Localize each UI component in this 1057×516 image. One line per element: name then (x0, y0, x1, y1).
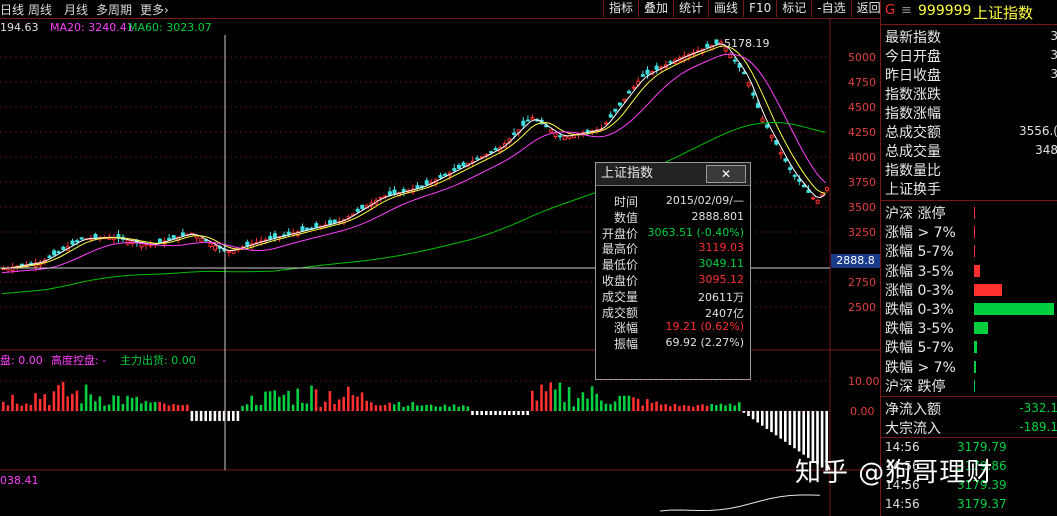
limit-label: 跌幅 3-5% (885, 321, 954, 338)
bottom-indicator-line (659, 494, 821, 512)
bottom-left-value: 038.41 (0, 474, 39, 487)
axis-label: 3750 (848, 176, 876, 189)
tick-value: 3179.37 (957, 497, 1007, 511)
tooltip-label: 收盘价 (602, 274, 639, 288)
tooltip-label: 成交额 (602, 305, 639, 320)
tooltip-value: 3119.03 (698, 241, 745, 255)
lower-axis-10: 10.00 (848, 375, 880, 388)
limit-label: 沪深 跌停 (885, 378, 946, 395)
tooltip-value: 69.92 (2.27%) (665, 336, 744, 350)
close-button[interactable]: ✕ (706, 165, 746, 183)
stat-value: 3556.( (1018, 124, 1057, 138)
group-letter: G (885, 3, 896, 18)
limit-bar (974, 379, 975, 392)
flow-label: 大宗流入 (885, 421, 941, 437)
tooltip-label: 振幅 (614, 337, 639, 352)
axis-label: 3500 (848, 201, 876, 214)
tooltip-value: 2407亿 (705, 306, 744, 320)
tooltip-label: 涨幅 (614, 321, 639, 336)
menu-icon[interactable]: ≡ (901, 3, 912, 18)
indicator-c: 主力出货: 0.00 (120, 354, 196, 367)
indicator-a: 盘: 0.00 (0, 354, 43, 367)
limit-label: 涨幅 5-7% (885, 244, 954, 261)
axis-label: 2500 (848, 301, 876, 314)
stat-value: 3 (1050, 67, 1057, 81)
axis-label: 4750 (848, 76, 876, 89)
limit-bar (974, 245, 975, 258)
stat-value: 348 (1035, 143, 1057, 157)
tooltip-value: 3095.12 (698, 273, 745, 286)
limit-bar (974, 341, 977, 354)
flow-label: 净流入额 (885, 402, 941, 418)
tooltip-value: 2015/02/09/— (665, 194, 744, 207)
crosshair-value-label: 2888.8 (831, 254, 880, 268)
index-code: 999999 (918, 3, 972, 19)
stat-label: 昨日收盘 (885, 68, 941, 84)
axis-label: 4000 (848, 151, 876, 164)
stat-label: 最新指数 (885, 30, 941, 46)
limit-bar (974, 283, 1002, 296)
tooltip-label: 最低价 (602, 258, 639, 273)
limit-label: 跌幅 0-3% (885, 302, 954, 318)
stat-label: 今日开盘 (885, 49, 941, 65)
axis-label: 5000 (848, 51, 876, 64)
axis-label: 3250 (848, 226, 876, 239)
tick-time: 14:56 (885, 497, 920, 511)
index-name: 上证指数 (973, 4, 1034, 22)
tooltip-value: 2888.801 (691, 209, 745, 223)
peak-label: 5178.19 (724, 37, 770, 50)
tooltip-value: 3049.11 (698, 257, 745, 271)
stat-label: 上证换手 (885, 182, 941, 198)
limit-bar (974, 303, 1054, 315)
flow-value: -189.1 (1019, 420, 1057, 434)
data-tooltip: 上证指数 ✕ 时间 2015/02/09/— 数值 2888.801 开盘价 3063.5… (595, 162, 751, 380)
limit-label: 涨幅 > 7% (885, 225, 956, 242)
limit-label: 沪深 涨停 (885, 206, 946, 222)
limit-label: 涨幅 0-3% (885, 282, 954, 299)
flow-value: -332.1 (1019, 401, 1057, 415)
limit-label: 跌幅 5-7% (885, 340, 954, 357)
quote-panel: G ≡ 999999 上证指数 最新指数 3 今日开盘 3 昨日收盘 3 指数涨跌指数涨幅总… (880, 0, 1057, 516)
tooltip-label: 成交量 (602, 289, 639, 304)
limit-label: 涨幅 3-5% (885, 263, 954, 280)
stat-value: 3 (1050, 48, 1057, 62)
stat-label: 总成交量 (885, 144, 941, 160)
tooltip-value: 20611万 (698, 290, 744, 304)
lower-axis-0: 0.00 (850, 405, 875, 418)
axis-label: 2750 (848, 276, 876, 289)
limit-bar (974, 322, 988, 335)
stat-label: 指数涨跌 (885, 87, 941, 103)
tooltip-label: 最高价 (602, 242, 639, 257)
limit-bar (974, 226, 975, 239)
tooltip-label: 数值 (614, 210, 639, 225)
limit-bar (974, 360, 976, 373)
indicator-bars (2, 381, 828, 471)
indicator-b: 高度控盘: - (51, 354, 107, 367)
tooltip-value: 19.21 (0.62%) (665, 320, 744, 334)
stat-label: 总成交额 (885, 125, 941, 141)
limit-label: 跌幅 > 7% (885, 359, 956, 376)
stat-label: 指数量比 (885, 163, 941, 179)
tooltip-value: 3063.51 (-0.40%) (647, 225, 744, 239)
limit-bar (974, 264, 980, 277)
watermark: 知乎 @狗哥理财 (795, 458, 994, 488)
tooltip-label: 开盘价 (602, 226, 639, 241)
stat-label: 指数涨幅 (885, 106, 941, 122)
stat-value: 3 (1050, 29, 1057, 43)
limit-bar (974, 207, 975, 219)
axis-label: 4500 (848, 101, 876, 114)
axis-label: 4250 (848, 126, 876, 139)
tooltip-label: 时间 (614, 195, 639, 209)
